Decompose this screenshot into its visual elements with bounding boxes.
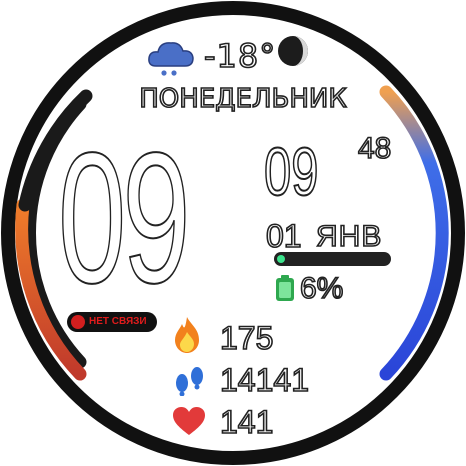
- calories-text: 175: [219, 320, 274, 356]
- steps-text: 14141: [219, 362, 310, 398]
- second-text: 48: [357, 132, 392, 165]
- moon-phase-icon: [278, 36, 308, 66]
- fire-icon: [175, 317, 199, 353]
- heart-rate-text: 141: [219, 404, 274, 440]
- heart-icon: [173, 407, 205, 435]
- watch-face: -18° ПОНЕДЕЛЬНИК 09 09 48 01 ЯНВ 6% НЕТ …: [0, 0, 466, 466]
- battery-progress-bar: [274, 252, 391, 266]
- hour-text: 09: [57, 115, 191, 322]
- temperature-text: -18°: [203, 37, 277, 75]
- footsteps-icon: [176, 367, 203, 396]
- connection-status-badge: НЕТ СВЯЗИ: [67, 312, 157, 332]
- battery-progress-fill: [277, 255, 285, 263]
- battery-icon: [276, 275, 294, 301]
- minute-text: 09: [263, 134, 319, 210]
- weekday-text: ПОНЕДЕЛЬНИК: [138, 84, 347, 114]
- date-month-text: ЯНВ: [315, 220, 383, 253]
- phone-disconnected-icon: [71, 315, 85, 329]
- connection-status-text: НЕТ СВЯЗИ: [89, 316, 147, 327]
- date-day-text: 01: [265, 218, 302, 254]
- snow-cloud-icon: [148, 42, 194, 76]
- battery-percent-text: 6%: [299, 272, 344, 305]
